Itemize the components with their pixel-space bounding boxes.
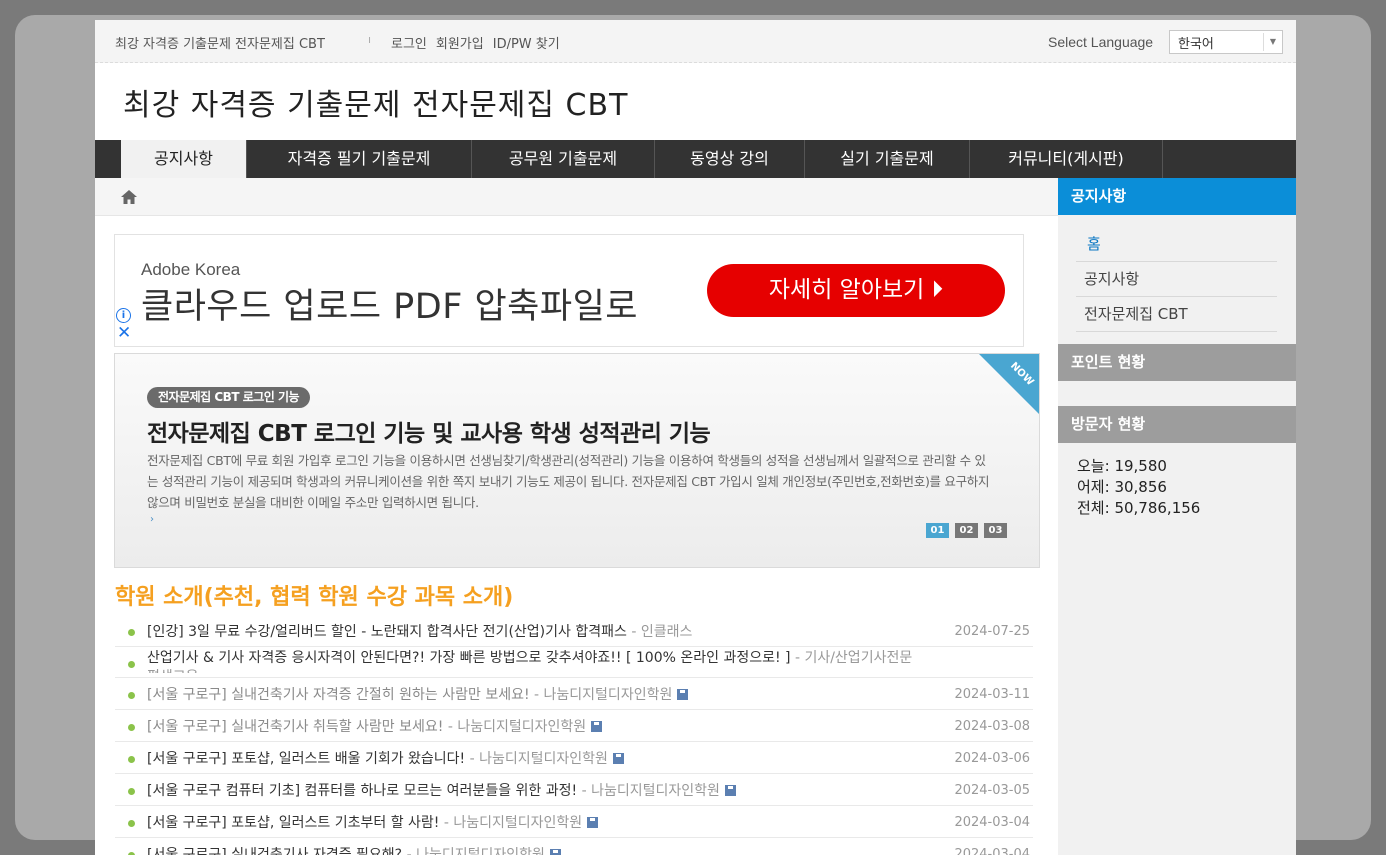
list-item-source: - 나눔디지털디자인학원: [469, 751, 608, 767]
bullet-icon: [128, 629, 135, 636]
visitor-today: 오늘: 19,580: [1077, 457, 1167, 475]
floppy-disk-icon: [591, 721, 603, 732]
visitor-total: 전체: 50,786,156: [1077, 499, 1201, 517]
list-item-date: 2024-03-08: [954, 719, 1030, 734]
slide-page-1[interactable]: 01: [926, 523, 949, 538]
floppy-disk-icon: [587, 817, 599, 828]
header: 최강 자격증 기출문제 전자문제집 CBT: [95, 63, 1296, 140]
list-item-source: - 나눔디지털디자인학원: [534, 687, 673, 703]
signup-link[interactable]: 회원가입: [436, 33, 484, 52]
list-item-title[interactable]: [서울 구로구] 포토샵, 일러스트 배울 기회가 왔습니다! - 나눔디지털디…: [147, 748, 917, 768]
list-item-date: 2024-03-06: [954, 751, 1030, 766]
sidebar: 공지사항 홈 공지사항 전자문제집 CBT 포인트 현황 방문자 현황 오늘: …: [1058, 178, 1296, 855]
advertisement[interactable]: Adobe Korea 클라우드 업로드 PDF 압축파일로 자세히 알아보기 …: [114, 234, 1024, 347]
slide-pager: 01 02 03: [926, 523, 1007, 538]
nav-item-video-lectures[interactable]: 동영상 강의: [655, 140, 805, 178]
sidebar-item-home[interactable]: 홈: [1076, 227, 1277, 262]
floppy-disk-icon: [549, 849, 561, 855]
top-separator: ı: [368, 33, 372, 46]
slide-page-2[interactable]: 02: [955, 523, 978, 538]
list-item[interactable]: [서울 구로구] 실내건축기사 취득할 사람만 보세요! - 나눔디지털디자인학…: [115, 710, 1033, 742]
slide-more-arrow-icon[interactable]: ›: [150, 514, 154, 525]
login-link[interactable]: 로그인: [391, 33, 427, 52]
list-item[interactable]: [서울 구로구] 포토샵, 일러스트 배울 기회가 왔습니다! - 나눔디지털디…: [115, 742, 1033, 774]
nav-item-notice[interactable]: 공지사항: [121, 140, 247, 178]
find-idpw-link[interactable]: ID/PW 찾기: [493, 33, 560, 52]
sidebar-menu: 홈 공지사항 전자문제집 CBT: [1076, 227, 1277, 332]
ad-close-icon[interactable]: ✕: [117, 325, 131, 342]
list-item-source: - 나눔디지털디자인학원: [406, 847, 545, 855]
bullet-icon: [128, 788, 135, 795]
list-item-date: 2024-03-11: [954, 687, 1030, 702]
sidebar-points-header: 포인트 현황: [1058, 344, 1296, 381]
account-links: 로그인 회원가입 ID/PW 찾기: [391, 33, 560, 52]
bullet-icon: [128, 820, 135, 827]
top-brand-link[interactable]: 최강 자격증 기출문제 전자문제집 CBT: [115, 33, 325, 52]
sidebar-item-cbt[interactable]: 전자문제집 CBT: [1076, 297, 1277, 332]
list-item-source: - 나눔디지털디자인학원: [443, 815, 583, 831]
main-content: Adobe Korea 클라우드 업로드 PDF 압축파일로 자세히 알아보기 …: [95, 178, 1058, 855]
list-item[interactable]: [서울 구로구] 포토샵, 일러스트 기초부터 할 사람! - 나눔디지털디자인…: [115, 806, 1033, 838]
slide-description: 전자문제집 CBT에 무료 회원 가입후 로그인 기능을 이용하시면 선생님찾기…: [147, 453, 990, 510]
language-select[interactable]: 한국어 ▼: [1169, 30, 1283, 54]
floppy-disk-icon: [677, 689, 689, 700]
sidebar-visitors-header: 방문자 현황: [1058, 406, 1296, 443]
sidebar-notice-header: 공지사항: [1058, 178, 1296, 215]
list-item-date: 2024-03-05: [954, 783, 1030, 798]
nav-item-community[interactable]: 커뮤니티(게시판): [970, 140, 1163, 178]
list-item-source: - 나눔디지털디자인학원: [581, 783, 720, 799]
main-nav: 공지사항 자격증 필기 기출문제 공무원 기출문제 동영상 강의 실기 기출문제…: [95, 140, 1296, 178]
ad-headline[interactable]: 클라우드 업로드 PDF 압축파일로: [141, 278, 638, 329]
feature-slide-banner[interactable]: 전자문제집 CBT 로그인 기능 전자문제집 CBT 로그인 기능 및 교사용 …: [114, 353, 1040, 568]
floppy-disk-icon: [612, 753, 624, 764]
bullet-icon: [128, 692, 135, 699]
list-item-title[interactable]: [서울 구로구] 실내건축기사 자격증 간절히 원하는 사람만 보세요! - 나…: [147, 684, 917, 704]
visitor-yesterday: 어제: 30,856: [1077, 478, 1167, 496]
list-item-date: 2024-03-04: [954, 847, 1030, 855]
list-item-title[interactable]: [인강] 3일 무료 수강/얼리버드 할인 - 노란돼지 합격사단 전기(산업)…: [147, 621, 917, 641]
slide-badge: 전자문제집 CBT 로그인 기능: [147, 387, 311, 408]
ad-brand: Adobe Korea: [141, 260, 241, 279]
nav-item-civil-service[interactable]: 공무원 기출문제: [472, 140, 655, 178]
list-item-source: - 인클래스: [631, 624, 693, 640]
ad-cta-button[interactable]: 자세히 알아보기 ⏵: [707, 264, 1005, 317]
list-item-title[interactable]: [서울 구로구] 실내건축기사 자격증 필요해? - 나눔디지털디자인학원: [147, 844, 917, 855]
nav-item-written-exams[interactable]: 자격증 필기 기출문제: [247, 140, 472, 178]
list-item-title[interactable]: [서울 구로구] 실내건축기사 취득할 사람만 보세요! - 나눔디지털디자인학…: [147, 716, 917, 736]
ad-info-icon[interactable]: i: [116, 308, 131, 323]
chevron-down-icon: ▼: [1263, 33, 1282, 51]
language-select-value: 한국어: [1178, 37, 1214, 52]
site-logo[interactable]: 최강 자격증 기출문제 전자문제집 CBT: [123, 80, 628, 124]
bullet-icon: [128, 724, 135, 731]
breadcrumb: [95, 178, 1058, 216]
list-item-source: - 나눔디지털디자인학원: [447, 719, 587, 735]
list-item-title[interactable]: [서울 구로구] 포토샵, 일러스트 기초부터 할 사람! - 나눔디지털디자인…: [147, 812, 917, 832]
list-item-title[interactable]: 산업기사 & 기사 자격증 응시자격이 안된다면?! 가장 빠른 방법으로 갖추…: [147, 649, 917, 673]
list-item[interactable]: [서울 구로구] 실내건축기사 자격증 간절히 원하는 사람만 보세요! - 나…: [115, 678, 1033, 710]
list-item[interactable]: [서울 구로구 컴퓨터 기초] 컴퓨터를 하나로 모르는 여러분들을 위한 과정…: [115, 774, 1033, 806]
list-item[interactable]: [서울 구로구] 실내건축기사 자격증 필요해? - 나눔디지털디자인학원 202…: [115, 838, 1033, 855]
list-item-date: 2024-03-04: [954, 815, 1030, 830]
bullet-icon: [128, 661, 135, 668]
list-item-title[interactable]: [서울 구로구 컴퓨터 기초] 컴퓨터를 하나로 모르는 여러분들을 위한 과정…: [147, 780, 917, 800]
academy-list-title[interactable]: 학원 소개(추천, 협력 학원 수강 과목 소개): [115, 579, 513, 611]
top-bar: 최강 자격증 기출문제 전자문제집 CBT ı 로그인 회원가입 ID/PW 찾…: [95, 20, 1296, 63]
slide-page-3[interactable]: 03: [984, 523, 1007, 538]
list-item[interactable]: [인강] 3일 무료 수강/얼리버드 할인 - 노란돼지 합격사단 전기(산업)…: [115, 615, 1033, 647]
now-ribbon: NOW: [979, 354, 1039, 414]
page: 최강 자격증 기출문제 전자문제집 CBT ı 로그인 회원가입 ID/PW 찾…: [95, 20, 1296, 855]
list-item[interactable]: 산업기사 & 기사 자격증 응시자격이 안된다면?! 가장 빠른 방법으로 갖추…: [115, 647, 1033, 678]
home-icon[interactable]: [121, 190, 137, 204]
sidebar-item-notice[interactable]: 공지사항: [1076, 262, 1277, 297]
bullet-icon: [128, 756, 135, 763]
visitor-stats: 오늘: 19,580 어제: 30,856 전체: 50,786,156: [1077, 456, 1200, 519]
select-language-label: Select Language: [1048, 34, 1154, 50]
academy-list: [인강] 3일 무료 수강/얼리버드 할인 - 노란돼지 합격사단 전기(산업)…: [115, 615, 1033, 855]
list-item-date: 2024-07-25: [954, 624, 1030, 639]
nav-item-practical-exams[interactable]: 실기 기출문제: [805, 140, 970, 178]
slide-title[interactable]: 전자문제집 CBT 로그인 기능 및 교사용 학생 성적관리 기능: [147, 414, 711, 448]
floppy-disk-icon: [724, 785, 736, 796]
